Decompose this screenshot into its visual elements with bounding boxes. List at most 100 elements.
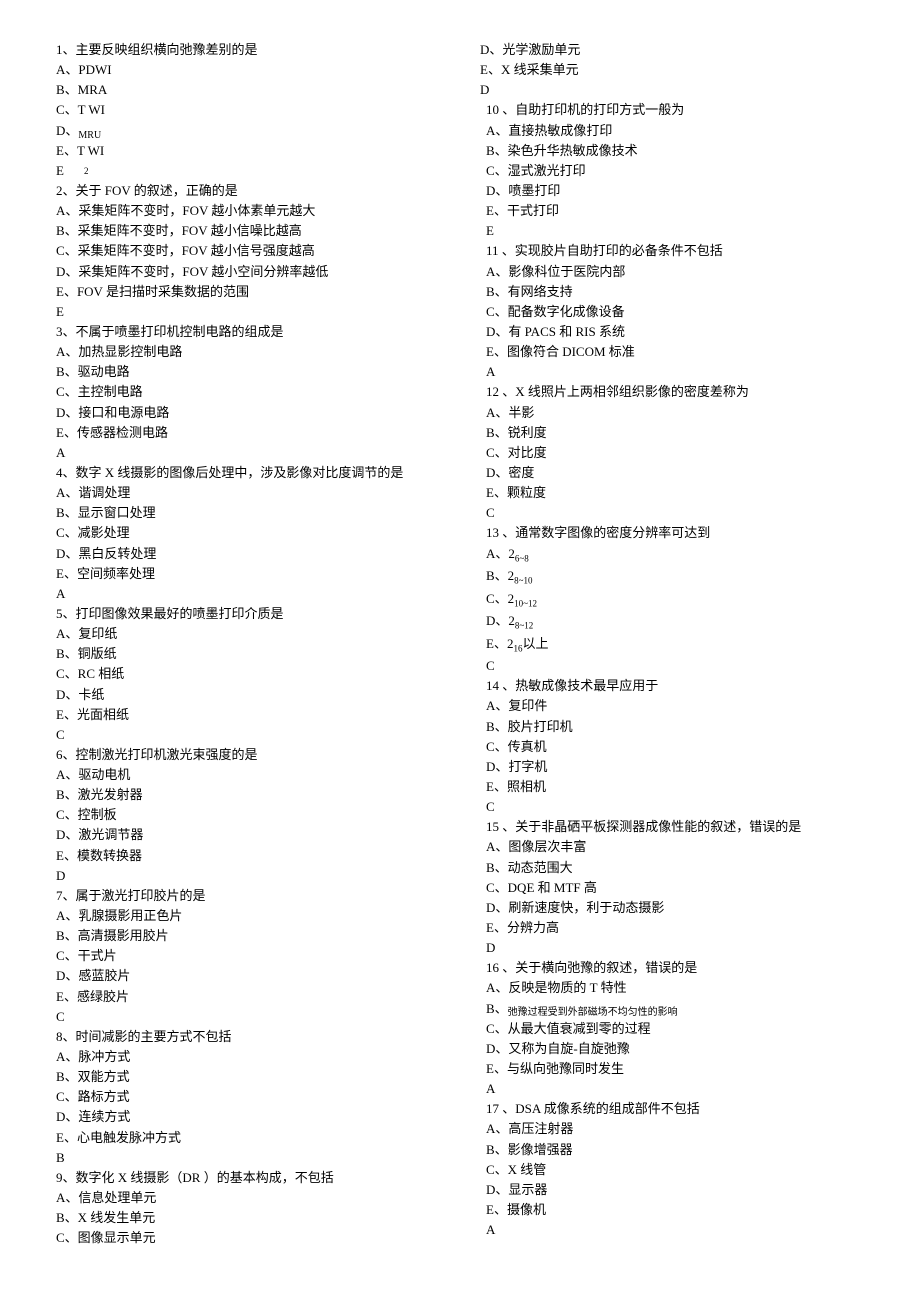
option: D、有 PACS 和 RIS 系统 (480, 322, 864, 342)
option: E、X 线采集单元 (480, 60, 864, 80)
question-stem: 2、关于 FOV 的叙述，正确的是 (56, 181, 440, 201)
question-stem: 1、主要反映组织横向弛豫差别的是 (56, 40, 440, 60)
option: D、显示器 (480, 1180, 864, 1200)
question-stem: 12 、X 线照片上两相邻组织影像的密度差称为 (480, 382, 864, 402)
option: D、28~12 (480, 611, 864, 634)
option: A、信息处理单元 (56, 1188, 440, 1208)
option: C、从最大值衰减到零的过程 (480, 1019, 864, 1039)
option: B、双能方式 (56, 1067, 440, 1087)
answer: C (480, 503, 864, 523)
option: A、采集矩阵不变时，FOV 越小体素单元越大 (56, 201, 440, 221)
question-stem: 17 、DSA 成像系统的组成部件不包括 (480, 1099, 864, 1119)
option: E、心电触发脉冲方式 (56, 1128, 440, 1148)
option: E、T WI (56, 141, 440, 161)
question-stem: 11 、实现胶片自助打印的必备条件不包括 (480, 241, 864, 261)
option: E、模数转换器 (56, 846, 440, 866)
option: D、连续方式 (56, 1107, 440, 1127)
answer: A (56, 443, 440, 463)
option: C、采集矩阵不变时，FOV 越小信号强度越高 (56, 241, 440, 261)
option: E、光面相纸 (56, 705, 440, 725)
option: C、T WI (56, 100, 440, 120)
option: E、FOV 是扫描时采集数据的范围 (56, 282, 440, 302)
option: E、摄像机 (480, 1200, 864, 1220)
question-stem: 9、数字化 X 线摄影（DR ）的基本构成，不包括 (56, 1168, 440, 1188)
option: D、采集矩阵不变时，FOV 越小空间分辨率越低 (56, 262, 440, 282)
option: C、图像显示单元 (56, 1228, 440, 1248)
answer: D (56, 866, 440, 886)
answer: C (480, 797, 864, 817)
option: A、直接热敏成像打印 (480, 121, 864, 141)
option: A、脉冲方式 (56, 1047, 440, 1067)
option: C、主控制电路 (56, 382, 440, 402)
answer: C (56, 725, 440, 745)
answer: A (480, 1079, 864, 1099)
answer: C (56, 1007, 440, 1027)
option: B、动态范围大 (480, 858, 864, 878)
question-stem: 4、数字 X 线摄影的图像后处理中，涉及影像对比度调节的是 (56, 463, 440, 483)
option: D、打字机 (480, 757, 864, 777)
question-stem: 10 、自助打印机的打印方式一般为 (480, 100, 864, 120)
answer: E (56, 302, 440, 322)
option: C、210~12 (480, 589, 864, 612)
option: D、密度 (480, 463, 864, 483)
option: B、有网络支持 (480, 282, 864, 302)
option: D、光学激励单元 (480, 40, 864, 60)
option: C、DQE 和 MTF 高 (480, 878, 864, 898)
option: C、干式片 (56, 946, 440, 966)
question-stem: 8、时间减影的主要方式不包括 (56, 1027, 440, 1047)
option: B、铜版纸 (56, 644, 440, 664)
option: B、胶片打印机 (480, 717, 864, 737)
option: A、复印纸 (56, 624, 440, 644)
option: E、颗粒度 (480, 483, 864, 503)
option: E、与纵向弛豫同时发生 (480, 1059, 864, 1079)
option: A、反映是物质的 T 特性 (480, 978, 864, 998)
option: E、传感器检测电路 (56, 423, 440, 443)
answer: C (480, 656, 864, 676)
option: D、接口和电源电路 (56, 403, 440, 423)
option: D、卡纸 (56, 685, 440, 705)
option: C、对比度 (480, 443, 864, 463)
option: D、又称为自旋-自旋弛豫 (480, 1039, 864, 1059)
option: C、X 线管 (480, 1160, 864, 1180)
option: B、X 线发生单元 (56, 1208, 440, 1228)
answer: D (480, 938, 864, 958)
answer: B (56, 1148, 440, 1168)
option: B、激光发射器 (56, 785, 440, 805)
option: C、湿式激光打印 (480, 161, 864, 181)
option: A、谐调处理 (56, 483, 440, 503)
option: E、感绿胶片 (56, 987, 440, 1007)
option: B、锐利度 (480, 423, 864, 443)
option: B、影像增强器 (480, 1140, 864, 1160)
option: C、传真机 (480, 737, 864, 757)
option: D、刷新速度快，利于动态摄影 (480, 898, 864, 918)
exam-content: 1、主要反映组织横向弛豫差别的是A、PDWIB、MRAC、T WID、MRUE、… (56, 40, 864, 1262)
option: C、路标方式 (56, 1087, 440, 1107)
option: D、感蓝胶片 (56, 966, 440, 986)
option: A、影像科位于医院内部 (480, 262, 864, 282)
question-stem: 5、打印图像效果最好的喷墨打印介质是 (56, 604, 440, 624)
answer: A (480, 362, 864, 382)
option: A、半影 (480, 403, 864, 423)
option: E、干式打印 (480, 201, 864, 221)
option: E、空间频率处理 (56, 564, 440, 584)
question-stem: 16 、关于横向弛豫的叙述，错误的是 (480, 958, 864, 978)
answer: E (480, 221, 864, 241)
option: A、乳腺摄影用正色片 (56, 906, 440, 926)
option: D、喷墨打印 (480, 181, 864, 201)
question-stem: 13 、通常数字图像的密度分辨率可达到 (480, 523, 864, 543)
option: D、MRU (56, 121, 440, 141)
option: B、高清摄影用胶片 (56, 926, 440, 946)
question-stem: 14 、热敏成像技术最早应用于 (480, 676, 864, 696)
answer: E2 (56, 161, 440, 181)
question-stem: 7、属于激光打印胶片的是 (56, 886, 440, 906)
option: A、图像层次丰富 (480, 837, 864, 857)
option: E、照相机 (480, 777, 864, 797)
option: B、显示窗口处理 (56, 503, 440, 523)
option: B、MRA (56, 80, 440, 100)
option: C、配备数字化成像设备 (480, 302, 864, 322)
option: E、分辨力高 (480, 918, 864, 938)
answer: A (480, 1220, 864, 1240)
question-stem: 6、控制激光打印机激光束强度的是 (56, 745, 440, 765)
option: C、RC 相纸 (56, 664, 440, 684)
option: A、高压注射器 (480, 1119, 864, 1139)
